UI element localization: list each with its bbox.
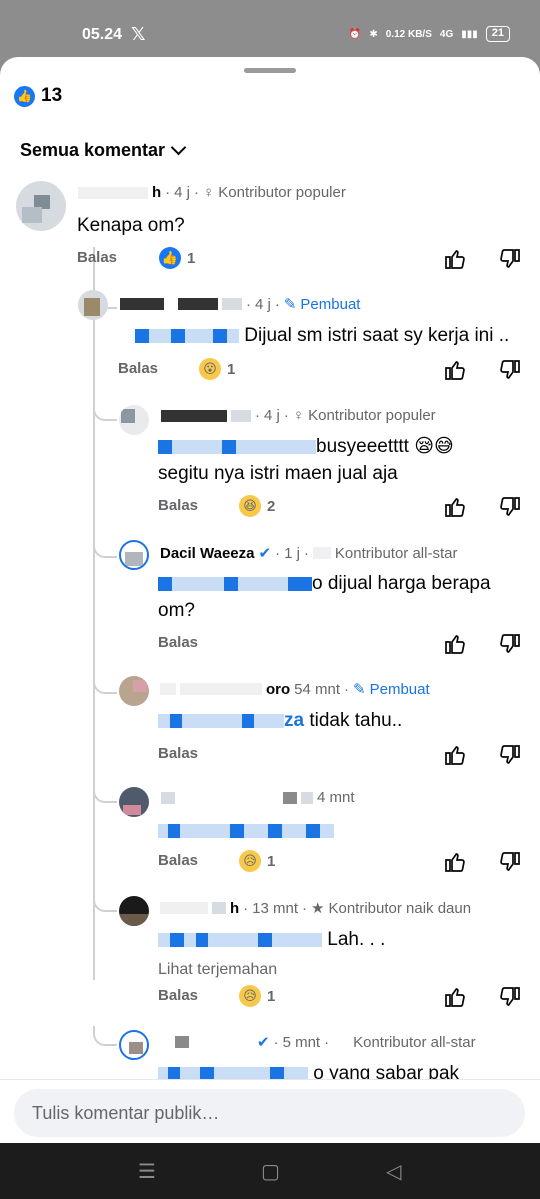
thread-branch	[93, 1026, 117, 1046]
dislike-button-icon[interactable]	[498, 632, 522, 656]
battery-indicator: 21	[485, 26, 510, 42]
clock: 05.24	[82, 26, 123, 43]
back-icon[interactable]: ◁	[386, 1159, 401, 1184]
chevron-down-icon	[170, 139, 187, 156]
like-button-icon[interactable]	[443, 985, 467, 1009]
verified-badge-icon: ✔	[257, 1034, 270, 1051]
comment-reactions[interactable]: 👍 1	[159, 247, 195, 269]
reply-button[interactable]: Balas	[77, 249, 117, 266]
reply-button[interactable]: Balas	[158, 987, 198, 1004]
comment-composer	[0, 1079, 540, 1143]
sad-reaction-icon: 😥	[239, 850, 261, 872]
comment-meta: 4 mnt	[161, 789, 355, 806]
like-button-icon[interactable]	[443, 850, 467, 874]
verified-badge-icon: ✔	[258, 545, 272, 562]
dislike-button-icon[interactable]	[498, 850, 522, 874]
dislike-button-icon[interactable]	[498, 358, 522, 382]
reply-button[interactable]: Balas	[158, 745, 198, 762]
sheet-grabber[interactable]	[244, 68, 296, 73]
haha-reaction-icon: 😆	[239, 495, 261, 517]
comment-meta: · 4 j · ♀ Kontributor populer	[161, 407, 436, 424]
reply-button[interactable]: Balas	[158, 497, 198, 514]
comment-text: o dijual harga berapa om?	[158, 573, 491, 621]
like-reaction-icon: 👍	[159, 247, 181, 269]
reply-button[interactable]: Balas	[158, 852, 198, 869]
avatar[interactable]	[119, 896, 149, 926]
comment-meta: ✔ · 5 mnt · Kontributor all-star	[175, 1033, 476, 1051]
comment-reactions[interactable]: 😥 1	[239, 985, 275, 1007]
comments-sheet: 👍 13 Semua komentar h · 4 j · ♀ Kontributo…	[0, 57, 540, 1143]
dislike-button-icon[interactable]	[498, 743, 522, 767]
signal-label: 4G	[439, 28, 454, 40]
comment-input[interactable]	[14, 1089, 525, 1137]
alarm-icon: ⏰	[348, 28, 362, 40]
bluetooth-icon: ✱	[369, 28, 378, 40]
like-button-icon[interactable]	[443, 743, 467, 767]
comment-meta: · 4 j · ✎ Pembuat	[120, 295, 360, 313]
comment-reactions[interactable]: 😮 1	[199, 358, 235, 380]
comment-meta: oro 54 mnt · ✎ Pembuat	[160, 680, 430, 698]
avatar[interactable]	[119, 540, 149, 570]
like-button-icon[interactable]	[443, 495, 467, 519]
menu-icon[interactable]: ☰	[138, 1159, 156, 1184]
dislike-button-icon[interactable]	[498, 985, 522, 1009]
thread-branch	[93, 401, 117, 421]
comment-reactions[interactable]: 😥 1	[239, 850, 275, 872]
filter-label: Semua komentar	[20, 140, 166, 160]
avatar[interactable]	[16, 181, 66, 231]
reaction-summary[interactable]: 👍 13	[14, 85, 62, 107]
x-app-icon: 𝕏	[131, 24, 146, 44]
pencil-icon: ✎	[353, 681, 366, 698]
star-badge-icon: ★	[311, 900, 325, 917]
comment-text: busyeeetttt 😪😅 segitu nya istri maen jua…	[158, 436, 454, 484]
comment-text: Kenapa om?	[77, 215, 185, 236]
thread-branch	[93, 674, 117, 694]
wow-reaction-icon: 😮	[199, 358, 221, 380]
contributor-badge-icon: ♀	[203, 184, 215, 201]
status-bar: 05.24 𝕏 ⏰ ✱ 0.12 KB/S 4G ▮▮▮ 21	[0, 0, 540, 64]
thread-branch	[93, 538, 117, 558]
comment-text: Dijual sm istri saat sy kerja ini ..	[135, 322, 509, 349]
avatar[interactable]	[119, 787, 149, 817]
system-nav-bar: ☰ ▢ ◁	[0, 1143, 540, 1199]
like-button-icon[interactable]	[443, 358, 467, 382]
dislike-button-icon[interactable]	[498, 247, 522, 271]
comment-reactions[interactable]: 😆 2	[239, 495, 275, 517]
signal-icon: ▮▮▮	[461, 28, 478, 40]
avatar[interactable]	[119, 405, 149, 435]
pencil-icon: ✎	[283, 296, 297, 313]
comment-text: za tidak tahu..	[158, 707, 402, 734]
comment-text: Lah. . .	[158, 926, 385, 953]
sad-reaction-icon: 😥	[239, 985, 261, 1007]
net-speed: 0.12 KB/S	[385, 28, 432, 40]
like-icon: 👍	[14, 85, 35, 107]
contributor-badge-icon: ♀	[292, 407, 305, 424]
status-icons: ⏰ ✱ 0.12 KB/S 4G ▮▮▮ 21	[349, 26, 510, 42]
comment-text	[158, 817, 334, 844]
reaction-count: 13	[41, 85, 63, 106]
thread-line	[93, 247, 95, 980]
reply-button[interactable]: Balas	[118, 360, 158, 377]
avatar[interactable]	[119, 1030, 149, 1060]
comment-filter-dropdown[interactable]: Semua komentar	[20, 139, 187, 161]
dislike-button-icon[interactable]	[498, 495, 522, 519]
home-icon[interactable]: ▢	[261, 1159, 280, 1184]
avatar[interactable]	[78, 290, 108, 320]
comment-meta: Dacil Waeeza ✔ · 1 j · Kontributor all-sta…	[160, 544, 458, 563]
reply-button[interactable]: Balas	[158, 634, 198, 651]
thread-branch	[93, 783, 117, 803]
like-button-icon[interactable]	[443, 632, 467, 656]
see-translation-link[interactable]: Lihat terjemahan	[158, 961, 277, 979]
avatar[interactable]	[119, 676, 149, 706]
comment-meta: h · 4 j · ♀ Kontributor populer	[78, 184, 346, 201]
like-button-icon[interactable]	[443, 247, 467, 271]
thread-branch	[93, 892, 117, 912]
comment-meta: h · 13 mnt · ★ Kontributor naik daun	[160, 899, 471, 917]
